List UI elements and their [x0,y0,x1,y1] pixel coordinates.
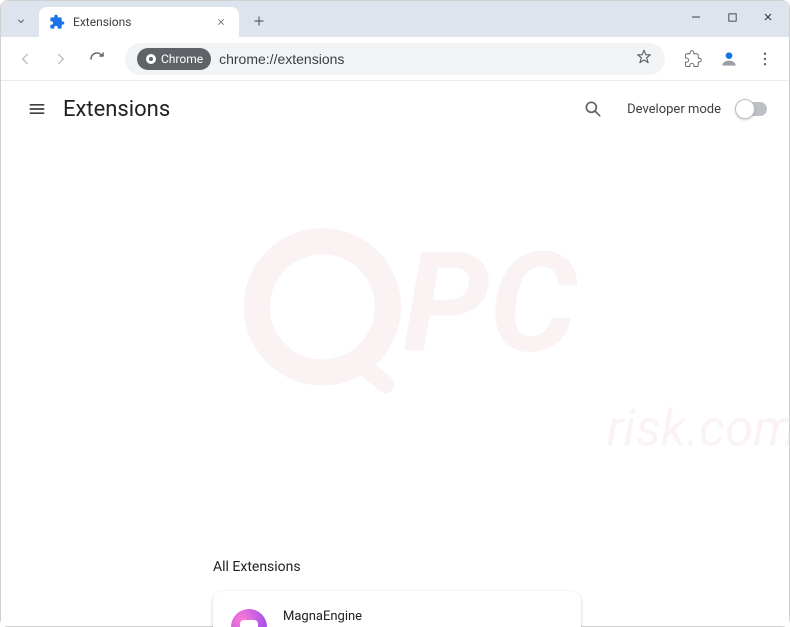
bookmark-button[interactable] [635,48,653,70]
puzzle-icon [684,50,702,68]
page-title: Extensions [63,97,170,122]
developer-mode-toggle[interactable] [737,102,767,116]
profile-button[interactable] [713,43,745,75]
search-icon [583,99,603,119]
address-bar[interactable]: Chrome [125,43,665,75]
reload-button[interactable] [81,43,113,75]
tab-close-button[interactable] [213,14,229,30]
page-header: Extensions Developer mode [1,81,789,137]
section-title: All Extensions [213,559,789,575]
tab-title: Extensions [73,15,213,29]
extension-card: MagnaEngine Better results and browsing … [213,591,581,627]
maximize-icon [727,12,738,23]
extensions-button[interactable] [677,43,709,75]
avatar-icon [719,49,739,69]
titlebar: Extensions [1,1,789,37]
toolbar: Chrome [1,37,789,81]
chrome-chip-label: Chrome [161,52,203,66]
forward-button[interactable] [45,43,77,75]
close-icon [762,11,774,23]
close-icon [216,17,226,27]
new-tab-button[interactable] [245,7,273,35]
chat-bubble-icon [240,620,258,627]
url-input[interactable] [219,51,627,67]
close-window-button[interactable] [753,5,783,29]
plus-icon [252,14,266,28]
star-icon [635,48,653,66]
chrome-chip: Chrome [137,48,211,70]
hamburger-menu-button[interactable] [17,89,57,129]
extension-puzzle-icon [49,14,65,30]
browser-tab[interactable]: Extensions [39,7,239,37]
arrow-left-icon [16,50,34,68]
dots-vertical-icon [756,50,774,68]
svg-text:PC: PC [403,222,579,385]
search-button[interactable] [575,91,611,127]
reload-icon [88,50,106,68]
watermark: PC risk.com [213,161,789,555]
tab-dropdown-button[interactable] [7,7,35,35]
svg-text:risk.com: risk.com [607,399,789,458]
maximize-button[interactable] [717,5,747,29]
minimize-button[interactable] [681,5,711,29]
page-body: Extensions Developer mode PC risk.com Al… [1,81,789,626]
developer-mode-label: Developer mode [627,102,721,117]
minimize-icon [690,11,702,23]
extension-name: MagnaEngine [283,609,563,624]
arrow-right-icon [52,50,70,68]
browser-window: Extensions Chrome [0,0,790,627]
chrome-logo-icon [145,53,157,65]
content-area: PC risk.com All Extensions MagnaEngine B… [1,137,789,627]
header-right: Developer mode [575,91,773,127]
window-controls [681,5,783,29]
back-button[interactable] [9,43,41,75]
chevron-down-icon [15,15,27,27]
kebab-menu-button[interactable] [749,43,781,75]
extension-icon [231,609,267,627]
hamburger-icon [27,99,47,119]
